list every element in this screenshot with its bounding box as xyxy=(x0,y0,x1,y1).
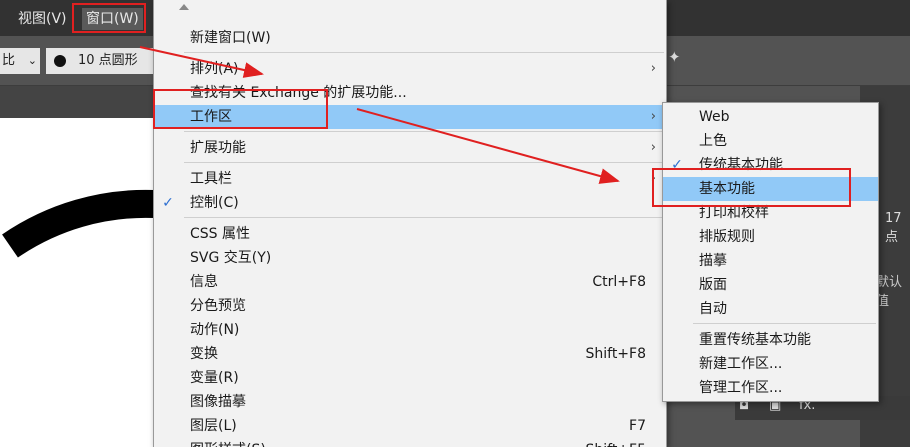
chevron-right-icon: › xyxy=(650,140,656,155)
menu-item-shortcut: Ctrl+F8 xyxy=(592,274,646,290)
workspace-item-7[interactable]: 版面 xyxy=(663,273,878,297)
menu-item-shortcut: Shift+F5 xyxy=(585,438,646,447)
menu-item-label: 工具栏 xyxy=(190,171,232,187)
workspace-item-9[interactable]: 重置传统基本功能 xyxy=(663,328,878,352)
menu-item-8[interactable]: SVG 交互(Y) xyxy=(154,246,666,270)
menu-item-15[interactable]: 图层(L) F7 xyxy=(154,414,666,438)
menu-item-6[interactable]: ✓ 控制(C) xyxy=(154,191,666,215)
menu-item-label: 图层(L) xyxy=(190,418,237,434)
menu-item-label: 变换 xyxy=(190,346,218,362)
menu-item-shortcut: F7 xyxy=(629,418,646,434)
scroll-up-arrow-icon[interactable] xyxy=(179,4,189,10)
menu-item-label: CSS 属性 xyxy=(190,226,250,242)
menu-item-label: 新建窗口(W) xyxy=(190,30,271,46)
menu-item-16[interactable]: 图形样式(S) Shift+F5 xyxy=(154,438,666,447)
chevron-right-icon: › xyxy=(650,109,656,124)
annotation-box-window xyxy=(72,3,146,33)
menu-item-11[interactable]: 动作(N) xyxy=(154,318,666,342)
menu-item-4[interactable]: 扩展功能 › xyxy=(154,136,666,160)
menu-item-0[interactable]: 新建窗口(W) xyxy=(154,26,666,50)
menu-item-label: 扩展功能 xyxy=(190,140,246,156)
workspace-item-6[interactable]: 描摹 xyxy=(663,249,878,273)
workspace-submenu: Web 上色 ✓ 传统基本功能 基本功能 打印和校样 排版规则 描摹 版面 自动 重置传统基本功能新… xyxy=(662,102,879,402)
menu-item-label: 图像描摹 xyxy=(190,394,246,410)
menu-item-label: SVG 交互(Y) xyxy=(190,250,272,266)
annotation-box-workspace xyxy=(153,89,328,129)
circle-stroke-shape xyxy=(2,189,155,258)
menu-item-5[interactable]: 工具栏 › xyxy=(154,167,666,191)
checkmark-icon: ✓ xyxy=(162,195,174,211)
menu-item-shortcut: Shift+F8 xyxy=(585,346,646,362)
menu-item-label: 动作(N) xyxy=(190,322,240,338)
workspace-item-8[interactable]: 自动 xyxy=(663,297,878,321)
menu-item-10[interactable]: 分色预览 xyxy=(154,294,666,318)
brush-dropdown[interactable]: 10 点圆形 xyxy=(46,48,154,74)
workspace-item-label: Web xyxy=(699,109,730,125)
workspace-item-label: 自动 xyxy=(699,301,727,317)
workspace-item-label: 新建工作区... xyxy=(699,356,783,372)
chevron-down-icon: ⌄ xyxy=(27,54,37,67)
pin-icon[interactable]: ✦ xyxy=(668,48,681,66)
workspace-item-10[interactable]: 新建工作区... xyxy=(663,352,878,376)
brush-label: 10 点圆形 xyxy=(78,53,138,68)
workspace-item-label: 管理工作区... xyxy=(699,380,783,396)
menu-view[interactable]: 视图(V) xyxy=(14,8,71,30)
menu-item-label: 分色预览 xyxy=(190,298,246,314)
menu-item-14[interactable]: 图像描摹 xyxy=(154,390,666,414)
menu-item-9[interactable]: 信息 Ctrl+F8 xyxy=(154,270,666,294)
ratio-label: 比 xyxy=(2,53,16,68)
menu-item-label: 排列(A) xyxy=(190,61,239,77)
workspace-item-11[interactable]: 管理工作区... xyxy=(663,376,878,400)
chevron-right-icon: › xyxy=(650,61,656,76)
document-tab-bar xyxy=(0,86,155,118)
workspace-item-label: 排版规则 xyxy=(699,229,755,245)
ratio-dropdown[interactable]: 比 ⌄ xyxy=(0,48,40,74)
workspace-item-1[interactable]: 上色 xyxy=(663,129,878,153)
menu-separator xyxy=(184,52,664,53)
panel-font-size: 17 点 xyxy=(885,211,902,245)
menu-item-label: 信息 xyxy=(190,274,218,290)
menu-item-7[interactable]: CSS 属性 xyxy=(154,222,666,246)
menu-separator xyxy=(184,217,664,218)
artboard-canvas[interactable] xyxy=(0,118,155,447)
brush-dot-icon xyxy=(54,55,66,67)
workspace-item-label: 上色 xyxy=(699,133,727,149)
menu-item-12[interactable]: 变换 Shift+F8 xyxy=(154,342,666,366)
annotation-box-basic xyxy=(652,168,851,207)
menu-item-label: 图形样式(S) xyxy=(190,438,266,447)
workspace-item-5[interactable]: 排版规则 xyxy=(663,225,878,249)
menu-item-13[interactable]: 变量(R) xyxy=(154,366,666,390)
menu-separator xyxy=(184,162,664,163)
menu-separator xyxy=(184,131,664,132)
panel-default-label: 默认值 xyxy=(876,275,903,309)
menu-item-label: 变量(R) xyxy=(190,370,239,386)
workspace-item-label: 描摹 xyxy=(699,253,727,269)
submenu-separator xyxy=(693,323,876,324)
menu-item-label: 控制(C) xyxy=(190,195,239,211)
workspace-item-label: 版面 xyxy=(699,277,727,293)
workspace-item-0[interactable]: Web xyxy=(663,105,878,129)
menu-item-1[interactable]: 排列(A) › xyxy=(154,57,666,81)
window-menu: 新建窗口(W) 排列(A) › 查找有关 Exchange 的扩展功能... 工作区 › 扩… xyxy=(153,0,667,447)
workspace-item-label: 重置传统基本功能 xyxy=(699,332,811,348)
